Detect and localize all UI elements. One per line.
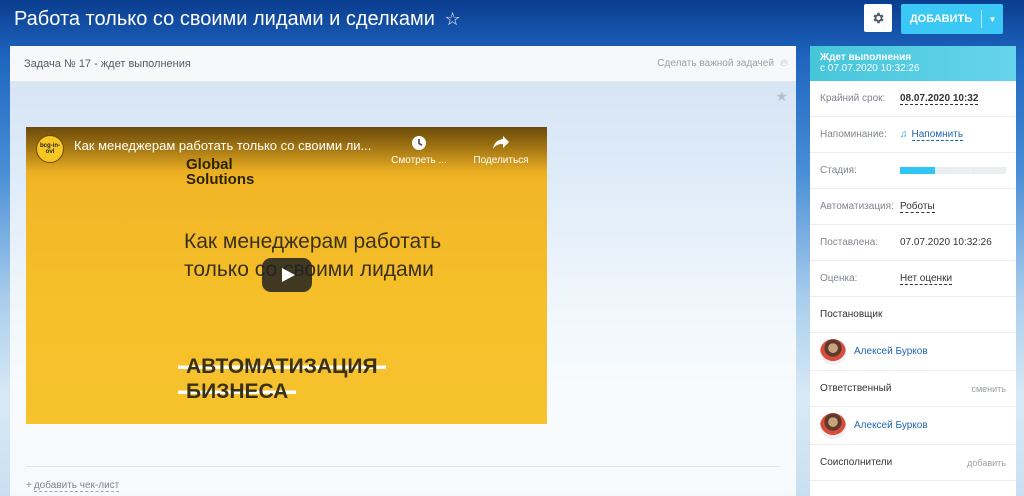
watch-later-button[interactable]: Смотреть ... — [384, 135, 454, 166]
deadline-value[interactable]: 08.07.2020 10:32 — [900, 93, 979, 105]
task-sidebar: Ждет выполнения с 07.07.2020 10:32:26 Кр… — [810, 46, 1016, 496]
add-checklist-label: добавить чек-лист — [33, 480, 120, 492]
reminder-row: Напоминание: ♫︎ Напомнить — [810, 117, 1016, 153]
play-button[interactable] — [262, 258, 312, 292]
share-arrow-icon — [493, 136, 509, 149]
clock-icon — [412, 136, 426, 150]
slide-heading: Как менеджерам работать только со своими… — [184, 230, 442, 281]
task-header: Задача № 17 - ждет выполнения Сделать ва… — [10, 46, 796, 82]
favorite-star-icon[interactable]: ☆ — [444, 9, 460, 29]
bell-icon: ♫︎ — [900, 129, 908, 140]
share-button[interactable]: Поделиться — [466, 135, 536, 166]
add-button[interactable]: добавить ▼ — [901, 4, 1003, 34]
slide-tag-automation: АВТОМАТИЗАЦИЯ — [178, 354, 386, 380]
slide-company-name: Global Solutions — [186, 156, 255, 188]
stage-progress-bar[interactable] — [900, 167, 1006, 174]
stage-row: Стадия: — [810, 153, 1016, 189]
deadline-label: Крайний срок: — [820, 93, 886, 104]
responsible-name[interactable]: Алексей Бурков — [854, 420, 928, 431]
status-state: Ждет выполнения — [820, 52, 912, 63]
task-favorite-star-icon[interactable]: ★ — [775, 88, 788, 105]
created-value: 07.07.2020 10:32:26 — [900, 237, 992, 248]
accomplices-section-header: Соисполнители добавить — [810, 445, 1016, 481]
deadline-row: Крайний срок: 08.07.2020 10:32 — [810, 81, 1016, 117]
video-embed[interactable]: bcg-in-ovl Как менеджерам работать тольк… — [26, 127, 547, 424]
automation-row: Автоматизация: Роботы — [810, 189, 1016, 225]
responsible-section-header: Ответственный сменить — [810, 371, 1016, 407]
page-title: Работа только со своими лидами и сделкам… — [14, 6, 461, 32]
rating-value[interactable]: Нет оценки — [900, 273, 953, 285]
created-row: Поставлена: 07.07.2020 10:32:26 — [810, 225, 1016, 261]
page-title-text: Работа только со своими лидами и сделкам… — [14, 8, 435, 30]
responsible-heading: Ответственный — [820, 383, 892, 394]
make-important-link[interactable]: Сделать важной задачей 🔥︎ — [657, 57, 788, 70]
settings-button[interactable] — [864, 4, 892, 32]
stage-segment — [935, 167, 971, 174]
share-label: Поделиться — [473, 155, 529, 166]
creator-section-header: Постановщик — [810, 297, 1016, 333]
stage-progress-fill — [900, 167, 935, 174]
plus-icon: + — [26, 480, 32, 491]
add-accomplice-link[interactable]: добавить — [967, 458, 1006, 468]
task-status-label: Задача № 17 - ждет выполнения — [24, 57, 191, 70]
status-header: Ждет выполнения с 07.07.2020 10:32:26 — [810, 46, 1016, 81]
status-since: с 07.07.2020 10:32:26 — [820, 63, 920, 74]
stage-label: Стадия: — [820, 165, 857, 176]
task-card: Задача № 17 - ждет выполнения Сделать ва… — [10, 46, 796, 496]
reminder-label: Напоминание: — [820, 129, 887, 140]
gear-icon — [873, 12, 884, 24]
creator-heading: Постановщик — [820, 309, 883, 320]
automation-value[interactable]: Роботы — [900, 201, 935, 213]
slide-tag-business: БИЗНЕСА — [178, 379, 297, 405]
channel-logo[interactable]: bcg-in-ovl — [36, 135, 64, 163]
stage-segment — [971, 167, 1006, 174]
video-title[interactable]: Как менеджерам работать только со своими… — [74, 138, 371, 153]
chevron-down-icon[interactable]: ▼ — [982, 15, 1003, 24]
avatar[interactable] — [820, 412, 846, 439]
accomplices-heading: Соисполнители — [820, 457, 893, 468]
add-checklist-link[interactable]: + добавить чек-лист — [26, 480, 120, 492]
responsible-person[interactable]: Алексей Бурков — [810, 407, 1016, 445]
created-label: Поставлена: — [820, 237, 879, 248]
flame-icon: 🔥︎ — [779, 57, 788, 69]
creator-name[interactable]: Алексей Бурков — [854, 346, 928, 357]
change-responsible-link[interactable]: сменить — [971, 384, 1006, 394]
add-button-label: добавить — [909, 13, 973, 25]
automation-label: Автоматизация: — [820, 201, 894, 212]
creator-person[interactable]: Алексей Бурков — [810, 333, 1016, 371]
divider — [26, 466, 780, 467]
reminder-link[interactable]: Напомнить — [911, 129, 964, 141]
make-important-label: Сделать важной задачей — [657, 58, 774, 69]
avatar[interactable] — [820, 338, 846, 365]
rating-label: Оценка: — [820, 273, 858, 284]
watch-later-label: Смотреть ... — [391, 155, 447, 166]
rating-row: Оценка: Нет оценки — [810, 261, 1016, 297]
